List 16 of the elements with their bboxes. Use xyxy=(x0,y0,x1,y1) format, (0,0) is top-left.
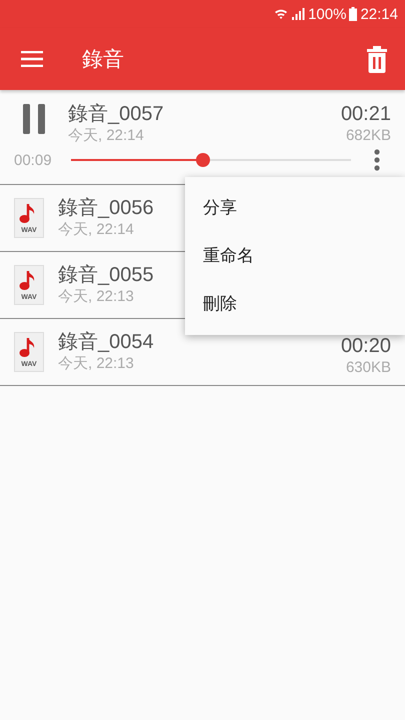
recording-duration: 00:20 xyxy=(340,334,391,358)
battery-percent: 100% xyxy=(308,6,346,22)
recording-name: 錄音_0057 xyxy=(68,102,164,126)
recording-name: 錄音_0054 xyxy=(58,330,154,354)
elapsed-time: 00:09 xyxy=(14,152,53,168)
recording-name: 錄音_0055 xyxy=(58,263,154,287)
app-title: 錄音 xyxy=(82,47,125,73)
recording-size: 630KB xyxy=(346,358,391,378)
recording-date: 今天, 22:14 xyxy=(68,126,144,146)
recording-size: 682KB xyxy=(346,126,391,146)
clock: 22:14 xyxy=(360,6,398,22)
recording-date: 今天, 22:14 xyxy=(58,220,134,240)
recording-name: 錄音_0056 xyxy=(58,196,154,220)
recording-date: 今天, 22:13 xyxy=(58,354,134,374)
recording-duration: 00:21 xyxy=(340,102,391,126)
recording-date: 今天, 22:13 xyxy=(58,287,134,307)
